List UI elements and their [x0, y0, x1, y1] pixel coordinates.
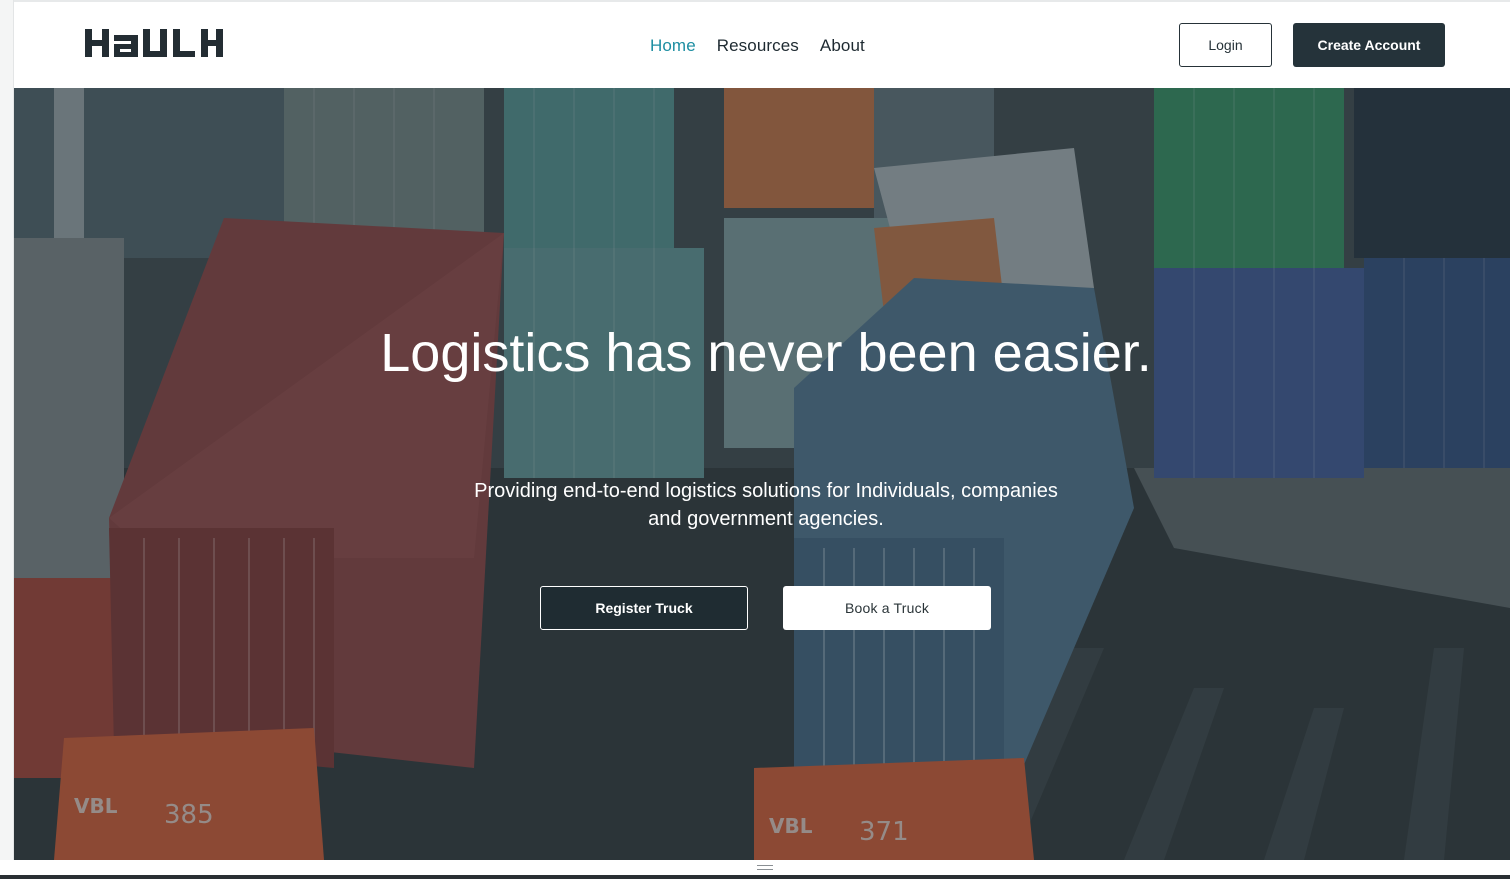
nav-link-home[interactable]: Home: [650, 36, 696, 56]
left-window-edge: [0, 0, 14, 879]
create-account-button[interactable]: Create Account: [1293, 23, 1445, 67]
resize-handle-icon[interactable]: [757, 865, 773, 870]
register-truck-button[interactable]: Register Truck: [540, 586, 748, 630]
logo-wordmark-icon: [85, 29, 223, 57]
nav-link-resources[interactable]: Resources: [717, 36, 799, 56]
page: Home Resources About Login Create Accoun…: [0, 0, 1510, 879]
login-button[interactable]: Login: [1179, 23, 1272, 67]
site-header: Home Resources About Login Create Accoun…: [14, 2, 1510, 88]
nav-link-about[interactable]: About: [820, 36, 865, 56]
hero-section: 385 VBL 371 VBL Logistics has never been…: [14, 88, 1510, 860]
main-nav: Home Resources About: [650, 35, 865, 57]
book-truck-button[interactable]: Book a Truck: [783, 586, 991, 630]
hero-subtitle: Providing end-to-end logistics solutions…: [474, 480, 1058, 530]
hero-title: Logistics has never been easier.: [380, 323, 1152, 383]
haulk-logo[interactable]: [85, 29, 230, 57]
hero-dark-overlay: [14, 88, 1510, 860]
bottom-window-border: [0, 875, 1510, 879]
